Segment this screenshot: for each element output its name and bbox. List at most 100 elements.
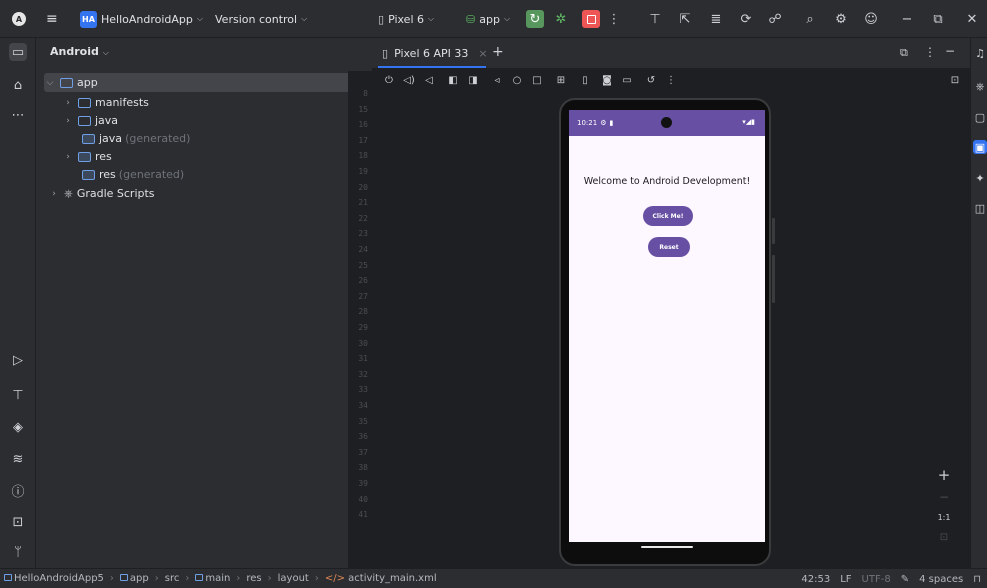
home-button[interactable]: ○	[510, 73, 524, 87]
float-window-button[interactable]: ⧉	[900, 46, 908, 60]
gemini-button[interactable]: ✦	[973, 171, 987, 185]
gesture-nav-pill[interactable]	[641, 546, 693, 548]
terminal-button[interactable]: ⊡	[9, 513, 27, 531]
screen-record-button[interactable]: ▭	[620, 73, 634, 87]
volume-up-button[interactable]: ◁)	[402, 73, 416, 87]
breadcrumb-label: layout	[277, 573, 309, 584]
breadcrumb-item[interactable]: res	[246, 573, 261, 584]
more-device-actions-button[interactable]: ⋮	[664, 73, 678, 87]
android-studio-logo[interactable]: A	[12, 0, 26, 38]
gradle-tool-button[interactable]: ⎈	[973, 80, 987, 94]
restore-window-button[interactable]: ⧉	[929, 10, 947, 28]
code-style-icon[interactable]: ✎	[901, 574, 909, 585]
minimize-window-button[interactable]: −	[898, 10, 916, 28]
breadcrumb-item[interactable]: src	[165, 573, 180, 584]
account-button[interactable]: ☺	[862, 10, 880, 28]
line-number: 21	[358, 198, 368, 208]
build-tool-button[interactable]: ⊤	[9, 386, 27, 404]
running-devices-tool-button[interactable]: ▣	[973, 140, 987, 154]
zoom-out-button[interactable]: −	[933, 490, 955, 504]
device-manager-tool-button[interactable]: ◫	[973, 201, 987, 215]
app-quality-insights-button[interactable]: ◈	[9, 418, 27, 436]
device-selector[interactable]: ▯ Pixel 6 ⌵	[378, 0, 434, 38]
device-frame-button[interactable]: ⊞	[554, 73, 568, 87]
reset-button[interactable]: Reset	[648, 237, 690, 257]
layout-inspector-button[interactable]: ⊤	[646, 10, 664, 28]
run-tool-button[interactable]: ▷	[9, 351, 27, 369]
logcat-button[interactable]: ≋	[9, 450, 27, 468]
extended-controls-button[interactable]: ⊡	[948, 73, 962, 87]
chevron-right-icon[interactable]: ›	[62, 98, 74, 108]
main-menu-button[interactable]: ≡	[46, 0, 58, 38]
resource-manager-button[interactable]: ⌂	[9, 76, 27, 94]
zoom-fit-button[interactable]: ⊡	[933, 532, 955, 543]
tree-item-java-generated[interactable]: java (generated)	[36, 129, 366, 148]
power-button[interactable]: ⏻	[382, 73, 396, 87]
more-actions-button[interactable]: ⋮	[605, 10, 623, 28]
run-config-selector[interactable]: ⛁ app ⌵	[466, 0, 510, 38]
chevron-down-icon[interactable]: ⌵	[44, 78, 56, 88]
tree-item-manifests[interactable]: › manifests	[36, 93, 366, 112]
click-me-button[interactable]: Click Me!	[643, 206, 693, 226]
translations-button[interactable]: ⇱	[676, 10, 694, 28]
breadcrumb-item[interactable]: main	[195, 573, 230, 584]
apply-changes-button[interactable]: ↻	[526, 10, 544, 28]
chevron-right-icon[interactable]: ›	[48, 189, 60, 199]
close-window-button[interactable]: ✕	[963, 10, 981, 28]
zoom-in-button[interactable]: +	[933, 466, 955, 484]
build-variants-button[interactable]: ≣	[707, 10, 725, 28]
device-file-explorer-button[interactable]: ▢	[973, 110, 987, 124]
back-button[interactable]: ◃	[490, 73, 504, 87]
project-tool-button[interactable]: ▭	[9, 43, 27, 61]
breadcrumb-item[interactable]: </> activity_main.xml	[325, 573, 437, 584]
tree-item-res-generated[interactable]: res (generated)	[36, 165, 366, 184]
running-devices-panel: ▯ Pixel 6 API 33 × + ⧉ ⋮ − ⏻ ◁) ◁ ◧ ◨ ◃ …	[372, 38, 970, 568]
version-control-menu[interactable]: Version control ⌵	[215, 0, 307, 38]
panel-options-button[interactable]: ⋮	[924, 45, 936, 59]
sync-gradle-button[interactable]: ⟳	[737, 10, 755, 28]
notifications-button[interactable]: ♫	[973, 46, 987, 60]
tree-item-res[interactable]: › res	[36, 147, 366, 166]
project-view-selector[interactable]: Android ⌵	[50, 45, 109, 58]
lock-icon[interactable]: ⊓	[973, 574, 981, 585]
volume-down-button[interactable]: ◁	[422, 73, 436, 87]
rotate-left-button[interactable]: ◧	[446, 73, 460, 87]
file-encoding[interactable]: UTF-8	[862, 574, 891, 585]
breadcrumb-item[interactable]: HelloAndroidApp5	[4, 573, 104, 584]
line-number: 37	[358, 447, 368, 457]
debug-button[interactable]: ✲	[552, 10, 570, 28]
bell-icon: ♫	[975, 46, 985, 60]
chevron-right-icon[interactable]: ›	[62, 116, 74, 126]
android-status-bar: 10:21 ⚙ ▮ ▾◢▮	[569, 110, 765, 136]
stop-button[interactable]	[582, 10, 600, 28]
close-tab-icon[interactable]: ×	[478, 47, 487, 60]
tree-item-java[interactable]: › java	[36, 111, 366, 130]
device-screen[interactable]: 10:21 ⚙ ▮ ▾◢▮ Welcome to Android Develop…	[569, 110, 765, 542]
tab-pixel-6-api-33[interactable]: ▯ Pixel 6 API 33 ×	[382, 38, 488, 68]
indent-setting[interactable]: 4 spaces	[919, 574, 963, 585]
breadcrumb-item[interactable]: app	[119, 573, 149, 584]
device-manager-button[interactable]: ☍	[766, 10, 784, 28]
tree-item-gradle-scripts[interactable]: › ⎈ Gradle Scripts	[36, 184, 366, 203]
chevron-right-icon[interactable]: ›	[62, 152, 74, 162]
caret-position[interactable]: 42:53	[801, 574, 830, 585]
settings-button[interactable]: ⚙	[832, 10, 850, 28]
breadcrumb-item[interactable]: layout	[278, 573, 309, 584]
tree-item-app[interactable]: ⌵ app	[44, 73, 366, 92]
problems-button[interactable]: ⓘ	[9, 481, 27, 500]
project-selector[interactable]: HA HelloAndroidApp ⌵	[80, 0, 203, 38]
line-ending[interactable]: LF	[840, 574, 851, 585]
mirror-device-button[interactable]: ▯	[578, 73, 592, 87]
zoom-actual-size-button[interactable]: 1:1	[933, 513, 955, 522]
resources-folder-icon	[78, 151, 91, 162]
search-button[interactable]: ⌕	[801, 10, 819, 28]
rotate-right-button[interactable]: ◨	[466, 73, 480, 87]
hide-panel-button[interactable]: −	[945, 44, 955, 58]
version-control-tool-button[interactable]: ᛘ	[9, 543, 27, 561]
snapshot-button[interactable]: ↺	[644, 73, 658, 87]
add-device-tab-button[interactable]: +	[492, 44, 504, 60]
more-tools-button[interactable]: ⋯	[9, 106, 27, 124]
overview-button[interactable]: □	[530, 73, 544, 87]
screenshot-button[interactable]: ◙	[600, 73, 614, 87]
device-control-toolbar: ⏻ ◁) ◁ ◧ ◨ ◃ ○ □ ⊞ ▯ ◙ ▭ ↺ ⋮ ⊡	[372, 68, 970, 94]
